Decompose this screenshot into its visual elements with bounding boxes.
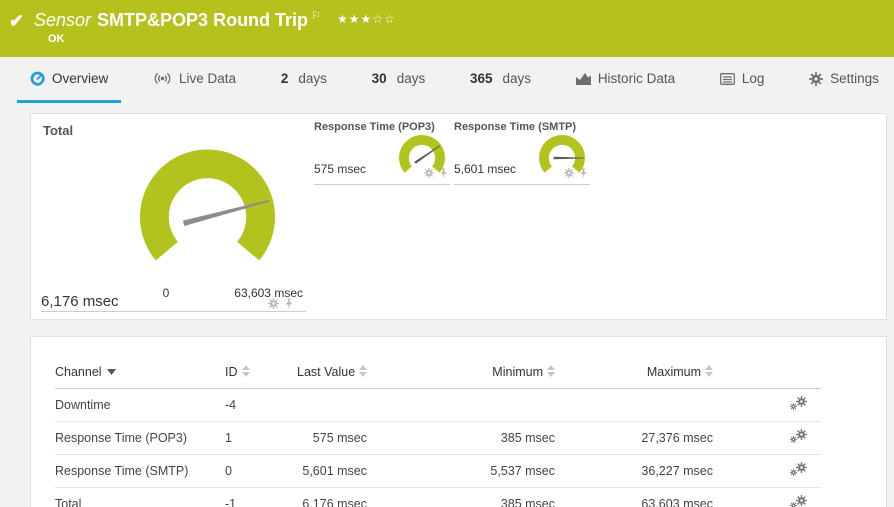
edit-channel-gears-icon[interactable] <box>790 429 807 444</box>
status-ok-check-icon: ✔ <box>9 11 25 31</box>
smtp-last-value: 5,601 msec <box>454 162 517 176</box>
tab-30-days[interactable]: 30 days <box>359 57 439 103</box>
area-chart-icon <box>575 73 591 85</box>
pin-icon[interactable] <box>579 168 588 178</box>
cell-id: 1 <box>225 421 297 455</box>
pop3-last-value: 575 msec <box>314 162 367 176</box>
pin-icon[interactable] <box>439 168 448 178</box>
priority-flag-icon[interactable]: ⚐ <box>311 10 321 22</box>
gauge-action-icons <box>268 298 294 309</box>
cell-id: 0 <box>225 454 297 488</box>
sensor-header: ✔ Sensor SMTP&POP3 Round Trip ⚐ ★★★☆☆ OK <box>0 0 894 57</box>
table-row-smtp: Response Time (SMTP) 0 5,601 msec 5,537 … <box>55 454 821 488</box>
sensor-type-label: Sensor <box>34 10 92 30</box>
sort-icon <box>705 365 713 377</box>
gauge-icon <box>30 71 45 86</box>
total-gauge <box>139 149 276 261</box>
cell-maximum: 27,376 msec <box>555 421 713 455</box>
status-badge: OK <box>48 33 65 45</box>
divider <box>41 311 306 312</box>
cell-minimum: 385 msec <box>367 487 555 507</box>
gauge-action-icons <box>424 168 448 178</box>
tab-label: Log <box>741 71 765 86</box>
page-title: SMTP&POP3 Round Trip <box>97 10 309 30</box>
cell-last-value: 575 msec <box>297 421 367 455</box>
gauge-min-label: 0 <box>162 286 170 300</box>
sensor-title-line: Sensor SMTP&POP3 Round Trip ⚐ ★★★☆☆ <box>34 9 396 31</box>
tab-overview[interactable]: Overview <box>17 57 122 103</box>
gear-icon[interactable] <box>424 168 434 178</box>
gauge-pop3-label: Response Time (POP3) <box>314 121 435 133</box>
broadcast-icon <box>154 72 171 85</box>
cell-channel: Total <box>55 487 225 507</box>
column-header-maximum[interactable]: Maximum <box>555 359 713 389</box>
star-rating[interactable]: ★★★☆☆ <box>337 12 396 26</box>
cell-maximum <box>555 388 713 422</box>
tab-historic-data[interactable]: Historic Data <box>563 57 688 103</box>
cell-channel: Downtime <box>55 388 225 422</box>
tab-live-data[interactable]: Live Data <box>140 57 249 103</box>
column-header-id[interactable]: ID <box>225 359 297 389</box>
tab-number: 2 <box>280 71 289 86</box>
gauge-block-pop3: Response Time (POP3) 575 msec <box>314 121 450 187</box>
table-row-total: Total -1 6,176 msec 385 msec 63,603 msec <box>55 487 821 507</box>
tab-2-days[interactable]: 2 days <box>268 57 340 103</box>
gauges-panel: Total 0 63,603 msec 6,176 msec Response … <box>30 113 887 320</box>
sort-icon <box>241 365 250 377</box>
tab-label: Settings <box>830 71 879 86</box>
tab-365-days[interactable]: 365 days <box>457 57 544 103</box>
sort-icon <box>547 365 555 377</box>
tab-label: Overview <box>52 71 109 86</box>
pin-icon[interactable] <box>284 298 294 309</box>
sort-icon <box>359 365 368 377</box>
tab-settings[interactable]: Settings <box>796 57 892 103</box>
table-row-pop3: Response Time (POP3) 1 575 msec 385 msec… <box>55 421 821 455</box>
tab-bar: Overview Live Data 2 days 30 days 365 da… <box>0 57 894 103</box>
gear-icon[interactable] <box>564 168 574 178</box>
divider <box>454 184 590 185</box>
tab-label: Live Data <box>179 71 237 86</box>
tab-label: Historic Data <box>597 71 676 86</box>
tab-label: days <box>298 71 327 86</box>
gauge-block-smtp: Response Time (SMTP) 5,601 msec <box>454 121 590 187</box>
cell-channel: Response Time (SMTP) <box>55 454 225 488</box>
column-header-last-value[interactable]: Last Value <box>297 359 368 389</box>
table-header-row: Channel ID Last Value Minimum Maximum <box>55 359 821 389</box>
cell-last-value <box>297 388 367 422</box>
gauge-total-label: Total <box>43 123 74 138</box>
column-header-minimum[interactable]: Minimum <box>367 359 555 389</box>
cell-maximum: 63,603 msec <box>555 487 713 507</box>
edit-channel-gears-icon[interactable] <box>790 495 807 507</box>
table-row-downtime: Downtime -4 <box>55 388 821 422</box>
cell-id: -1 <box>225 487 297 507</box>
column-header-edit <box>713 359 821 389</box>
tab-number: 30 <box>371 71 387 86</box>
cell-last-value: 5,601 msec <box>297 454 367 488</box>
gauge-smtp-label: Response Time (SMTP) <box>454 121 577 133</box>
divider <box>314 184 450 185</box>
channels-table: Channel ID Last Value Minimum Maximum Do… <box>55 359 821 507</box>
edit-channel-gears-icon[interactable] <box>790 462 807 477</box>
column-header-channel[interactable]: Channel <box>55 359 225 389</box>
total-last-value: 6,176 msec <box>41 293 119 310</box>
sort-desc-icon <box>106 369 116 375</box>
tab-label: days <box>502 71 532 86</box>
cell-id: -4 <box>225 388 297 422</box>
edit-channel-gears-icon[interactable] <box>790 396 807 411</box>
tab-number: 365 <box>469 71 493 86</box>
gear-icon <box>809 72 823 86</box>
cell-channel: Response Time (POP3) <box>55 421 225 455</box>
tab-log[interactable]: Log <box>707 57 778 103</box>
gauge-action-icons <box>564 168 588 178</box>
log-icon <box>719 72 735 85</box>
cell-minimum <box>367 388 555 422</box>
channels-panel: Channel ID Last Value Minimum Maximum Do… <box>30 336 887 507</box>
cell-last-value: 6,176 msec <box>297 487 367 507</box>
cell-maximum: 36,227 msec <box>555 454 713 488</box>
cell-minimum: 5,537 msec <box>367 454 555 488</box>
gear-icon[interactable] <box>268 298 279 309</box>
tab-label: days <box>396 71 426 86</box>
cell-minimum: 385 msec <box>367 421 555 455</box>
